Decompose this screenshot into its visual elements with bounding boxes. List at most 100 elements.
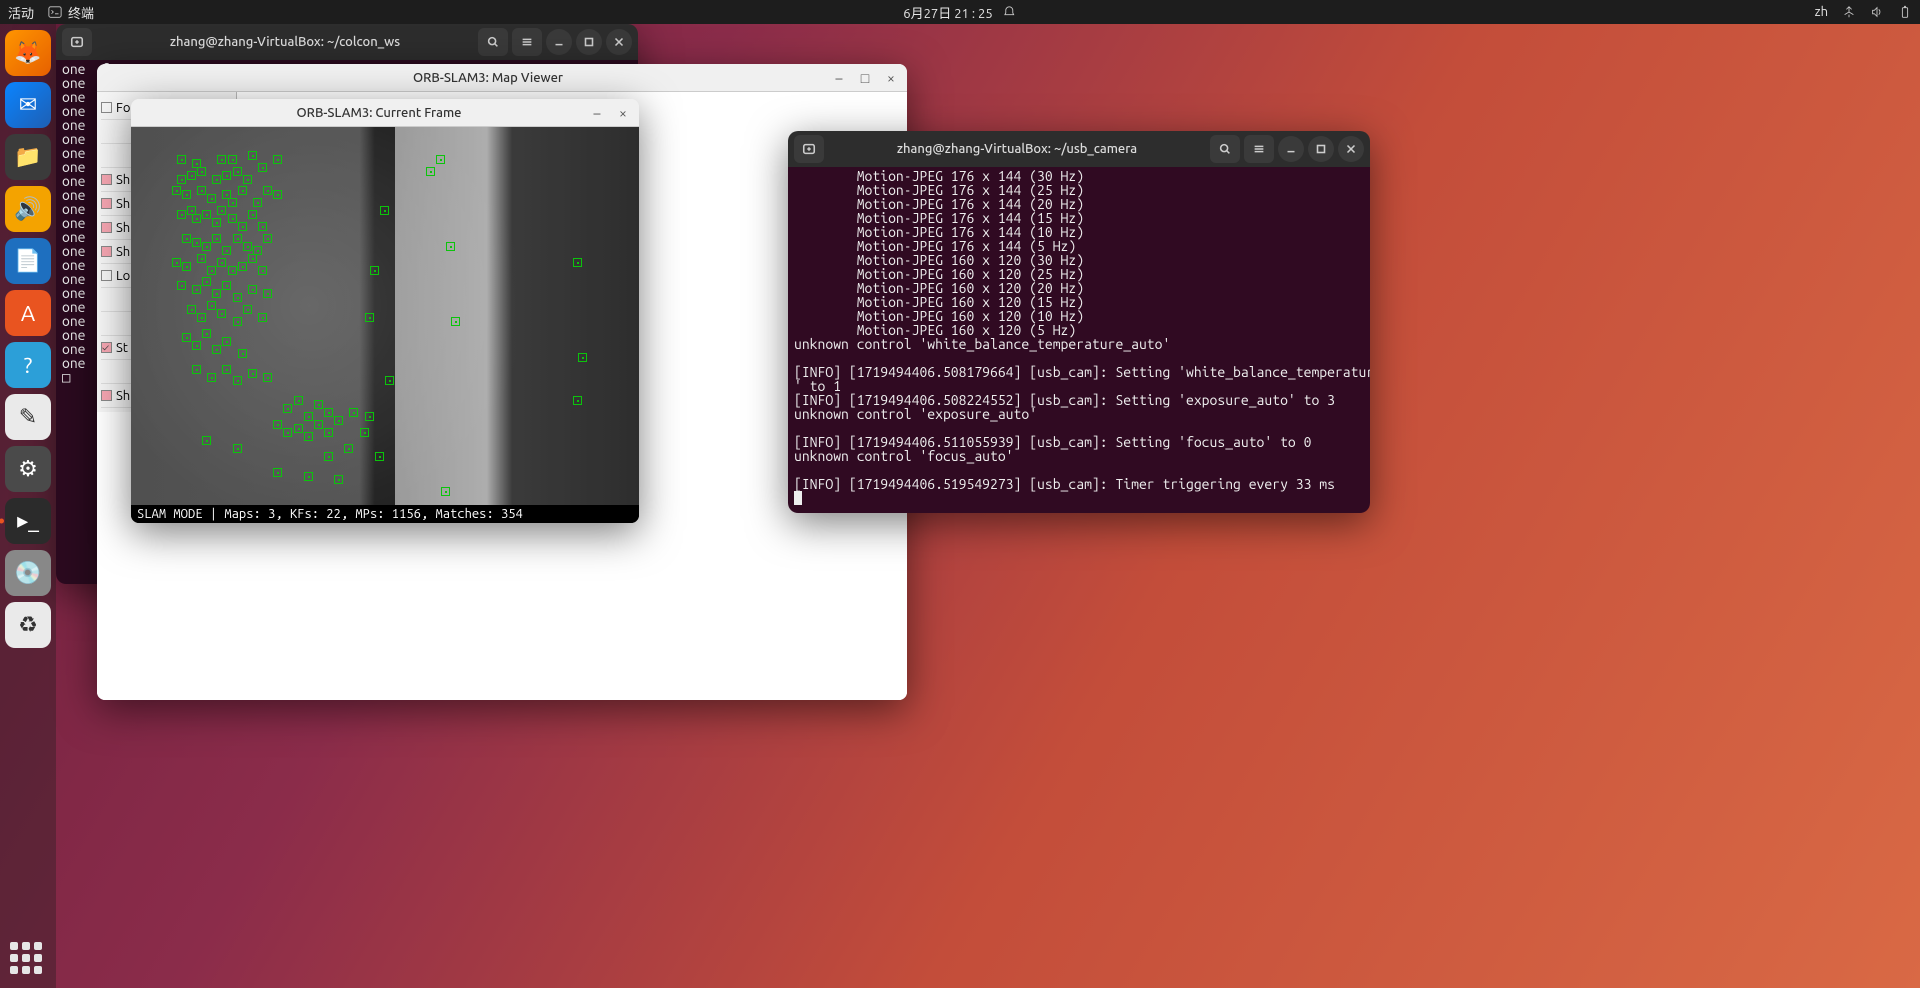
dock-trash[interactable]: ♻ [5, 602, 51, 648]
orb-feature [273, 190, 282, 199]
close-button[interactable]: × [883, 70, 899, 86]
orb-feature [263, 234, 272, 243]
menu-button[interactable] [512, 28, 542, 56]
orb-feature [304, 432, 313, 441]
orb-feature [273, 468, 282, 477]
dock-thunderbird[interactable]: ✉ [5, 82, 51, 128]
orb-feature [177, 175, 186, 184]
orb-feature [207, 373, 216, 382]
orb-feature [222, 337, 231, 346]
orb-feature [222, 171, 231, 180]
close-button[interactable] [1338, 136, 1364, 162]
dock-help[interactable]: ? [5, 342, 51, 388]
dock-firefox[interactable]: 🦊 [5, 30, 51, 76]
orb-feature [304, 412, 313, 421]
checkbox[interactable] [101, 174, 112, 185]
minimize-button[interactable] [546, 29, 572, 55]
orb-feature [228, 214, 237, 223]
orb-feature [304, 472, 313, 481]
show-applications[interactable] [10, 942, 42, 974]
orb-feature [451, 317, 460, 326]
checkbox[interactable] [101, 390, 112, 401]
orb-feature [360, 428, 369, 437]
orb-feature [172, 258, 181, 267]
orb-feature [426, 167, 435, 176]
dock-rhythmbox[interactable]: 🔊 [5, 186, 51, 232]
terminal1-titlebar[interactable]: zhang@zhang-VirtualBox: ~/colcon_ws [56, 24, 638, 60]
mapviewer-title: ORB-SLAM3: Map Viewer [145, 71, 831, 85]
checkbox[interactable] [101, 198, 112, 209]
terminal2-titlebar[interactable]: zhang@zhang-VirtualBox: ~/usb_camera [788, 131, 1370, 167]
orb-feature [263, 186, 272, 195]
app-menu[interactable]: 终端 [48, 3, 94, 22]
checkbox[interactable] [101, 342, 112, 353]
orb-feature [253, 198, 262, 207]
terminal-window-usbcamera[interactable]: zhang@zhang-VirtualBox: ~/usb_camera Mot… [788, 131, 1370, 513]
orb-feature [202, 242, 211, 251]
orb-feature [273, 420, 282, 429]
orb-feature [202, 277, 211, 286]
search-button[interactable] [478, 28, 508, 56]
input-lang[interactable]: zh [1815, 5, 1828, 19]
close-button[interactable] [606, 29, 632, 55]
menu-button[interactable] [1244, 135, 1274, 163]
orb-feature [248, 151, 257, 160]
dock-software[interactable]: A [5, 290, 51, 336]
orb-feature [334, 475, 343, 484]
orb-feature [207, 194, 216, 203]
volume-icon[interactable] [1870, 5, 1884, 19]
orb-feature [217, 155, 226, 164]
orb-feature [212, 234, 221, 243]
orb-feature [258, 222, 267, 231]
orb-feature [182, 190, 191, 199]
new-tab-button[interactable] [794, 135, 824, 163]
dock-disk[interactable]: 💿 [5, 550, 51, 596]
orb-feature [375, 452, 384, 461]
orb-feature [573, 396, 582, 405]
orb-feature [258, 266, 267, 275]
network-icon[interactable] [1842, 5, 1856, 19]
checkbox[interactable] [101, 222, 112, 233]
minimize-button[interactable] [1278, 136, 1304, 162]
bell-icon [1003, 5, 1017, 19]
minimize-button[interactable]: – [831, 70, 847, 86]
orb-feature [258, 313, 267, 322]
orb-feature [314, 400, 323, 409]
checkbox[interactable] [101, 102, 112, 113]
close-button[interactable]: × [615, 105, 631, 121]
checkbox[interactable] [101, 270, 112, 281]
orb-feature [248, 369, 257, 378]
orb-feature [238, 349, 247, 358]
terminal2-body[interactable]: Motion-JPEG 176 x 144 (30 Hz) Motion-JPE… [788, 167, 1370, 513]
maximize-button[interactable] [576, 29, 602, 55]
dock-settings[interactable]: ⚙ [5, 446, 51, 492]
current-frame-window[interactable]: ORB-SLAM3: Current Frame – × SLAM MODE |… [131, 99, 639, 523]
clock[interactable]: 6月27日 21 : 25 [903, 3, 992, 22]
dock-files[interactable]: 📁 [5, 134, 51, 180]
maximize-button[interactable] [1308, 136, 1334, 162]
activities-button[interactable]: 活动 [8, 3, 34, 22]
orb-feature [202, 436, 211, 445]
battery-icon[interactable] [1898, 5, 1912, 19]
orb-feature [217, 309, 226, 318]
mapviewer-titlebar[interactable]: ORB-SLAM3: Map Viewer – □ × [97, 64, 907, 92]
checkbox[interactable] [101, 246, 112, 257]
orb-feature [202, 210, 211, 219]
currentframe-titlebar[interactable]: ORB-SLAM3: Current Frame – × [131, 99, 639, 127]
minimize-button[interactable]: – [589, 105, 605, 121]
orb-feature [294, 424, 303, 433]
orb-feature [578, 353, 587, 362]
orb-feature [248, 254, 257, 263]
dock-text-editor[interactable]: ✎ [5, 394, 51, 440]
dock-terminal[interactable]: ▸_ [5, 498, 51, 544]
orb-feature [228, 198, 237, 207]
orb-feature [441, 487, 450, 496]
search-button[interactable] [1210, 135, 1240, 163]
currentframe-title: ORB-SLAM3: Current Frame [169, 106, 589, 120]
orb-feature [212, 175, 221, 184]
maximize-button[interactable]: □ [857, 70, 873, 86]
orb-feature [233, 444, 242, 453]
dock-writer[interactable]: 📄 [5, 238, 51, 284]
new-tab-button[interactable] [62, 28, 92, 56]
orb-feature [192, 238, 201, 247]
